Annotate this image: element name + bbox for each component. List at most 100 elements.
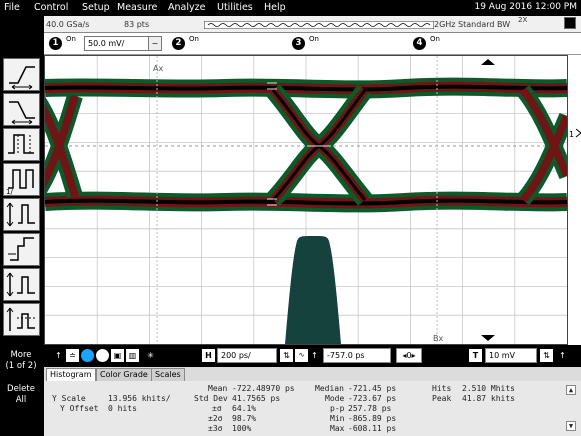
acquisition-info-bar: 40.0 GSa/s 83 pts 2X 2GHz Standard BW	[44, 16, 581, 33]
runt-trigger-button[interactable]	[3, 268, 40, 301]
sigma1-label: ±σ	[212, 404, 222, 413]
peak-label: Peak	[432, 394, 452, 403]
y-scale-label: Y Scale	[52, 394, 86, 403]
results-tabs: Histogram Color Grade Scales	[44, 367, 581, 381]
control-bar: ↑ ≐ ▣ ▥ ✳ H 200 ps/ ⇅ ∿ ↑ -757.0 ps ◂0▸ …	[44, 345, 581, 367]
menu-help[interactable]: Help	[264, 2, 286, 13]
left-toolbar: 1/ More (1 of 2) Delete All	[0, 16, 44, 436]
mean-label: Mean	[208, 384, 228, 393]
y-offset-value: 0 hits	[108, 404, 137, 413]
trigger-position-bottom-icon[interactable]	[481, 335, 495, 341]
channel-4-state[interactable]: On	[430, 35, 440, 43]
channel-1-state[interactable]: On	[66, 35, 76, 43]
memory-bar[interactable]	[204, 21, 434, 29]
autoscale-icon[interactable]: ✳	[144, 349, 157, 362]
max-value: -608.11 ps	[348, 424, 397, 433]
channel-2-badge[interactable]: 2	[172, 37, 185, 50]
menu-utilities[interactable]: Utilities	[217, 2, 253, 13]
rising-edge-icon	[9, 66, 35, 90]
channel-4-badge[interactable]: 4	[413, 37, 426, 50]
pulse-count-trigger-button[interactable]: 1/	[3, 163, 40, 196]
max-label: Max	[330, 424, 345, 433]
stepper-right-icon[interactable]: ▸	[412, 351, 416, 360]
mode-label: Mode	[325, 394, 345, 403]
falling-edge-trigger-button[interactable]	[3, 93, 40, 126]
channel-3-badge[interactable]: 3	[292, 37, 305, 50]
histogram-shape	[285, 236, 341, 344]
tab-color-grade[interactable]: Color Grade	[96, 368, 152, 381]
minimize-icon[interactable]	[564, 17, 576, 29]
position-stepper[interactable]: ◂0▸	[396, 348, 422, 363]
sigma1-value: 64.1%	[232, 404, 257, 413]
histogram	[285, 236, 341, 344]
timeout-trigger-button[interactable]	[3, 303, 40, 336]
runt-icon	[6, 272, 35, 297]
transition-trigger-button[interactable]	[3, 233, 40, 266]
hits-label: Hits	[432, 384, 452, 393]
peak-value: 41.87 khits	[462, 394, 515, 403]
channel-1-badge[interactable]: 1	[49, 37, 62, 50]
transition-icon	[8, 237, 34, 261]
menu-setup[interactable]: Setup	[82, 2, 110, 13]
fine-adjust-icon[interactable]: ≐	[66, 349, 79, 362]
menu-file[interactable]: File	[4, 2, 20, 13]
mean-value: -722.48970 ps	[232, 384, 295, 393]
svg-text:1/: 1/	[6, 188, 13, 195]
p-p-label: p-p	[330, 404, 345, 413]
menu-control[interactable]: Control	[34, 2, 68, 13]
p-p-value: 257.78 ps	[348, 404, 392, 413]
scroll-up-icon[interactable]: ▲	[566, 385, 576, 395]
save-icon[interactable]: ▥	[126, 349, 139, 362]
zoom-level: 2X	[518, 16, 528, 24]
menu-analyze[interactable]: Analyze	[168, 2, 205, 13]
min-label: Min	[330, 414, 345, 423]
sigma2-value: 98.7%	[232, 414, 257, 423]
std-dev-value: 41.7565 ps	[232, 394, 281, 403]
waveform-graticule: Ax Bx	[45, 56, 567, 344]
channel-level-marker-icon[interactable]: 1	[569, 130, 574, 139]
color-mode-icon[interactable]	[81, 349, 94, 362]
trigger-level-field[interactable]: 10 mV	[485, 348, 537, 363]
median-label: Median	[315, 384, 344, 393]
up-arrow-icon[interactable]: ↑	[52, 349, 65, 362]
scroll-down-icon[interactable]: ▼	[566, 421, 576, 431]
mode-value: -723.67 ps	[348, 394, 397, 403]
screenshot-icon[interactable]: ▣	[111, 349, 124, 362]
sigma2-label: ±2σ	[208, 414, 223, 423]
marker-bx-label: Bx	[433, 334, 443, 343]
sigma3-label: ±3σ	[208, 424, 223, 433]
pulse-width-icon	[8, 134, 34, 154]
time-scale-field[interactable]: 200 ps/	[217, 348, 277, 363]
channel-3-state[interactable]: On	[309, 35, 319, 43]
more-button[interactable]: More (1 of 2)	[1, 346, 41, 378]
position-arrow-icon[interactable]: ↑	[308, 349, 321, 362]
marker-ax-label: Ax	[153, 64, 163, 73]
position-field[interactable]: -757.0 ps	[323, 348, 391, 363]
timeout-icon	[6, 307, 35, 331]
menu-measure[interactable]: Measure	[117, 2, 157, 13]
sigma3-value: 100%	[232, 424, 252, 433]
channel-2-state[interactable]: On	[189, 35, 199, 43]
trigger-level-adjust-icon[interactable]: ⇅	[540, 349, 553, 362]
trigger-level-label: T	[469, 349, 482, 362]
y-scale-value: 13.956 khits/	[108, 394, 171, 403]
datetime: 19 Aug 2016 12:00 PM	[474, 2, 577, 12]
horizontal-scale-label: H	[202, 349, 215, 362]
trigger-arrow-icon[interactable]: ↑	[556, 349, 569, 362]
histogram-results-panel: Y Scale 13.956 khits/ Y Offset 0 hits Me…	[44, 381, 581, 436]
tab-scales[interactable]: Scales	[151, 368, 185, 381]
setup-hold-trigger-button[interactable]	[3, 198, 40, 231]
hits-value: 2.510 Mhits	[462, 384, 515, 393]
channel-1-scale-dropdown-icon[interactable]: ~	[148, 36, 162, 51]
normal-mode-icon[interactable]	[96, 349, 109, 362]
trigger-position-icon[interactable]	[481, 59, 495, 65]
min-value: -865.89 ps	[348, 414, 397, 423]
tab-histogram[interactable]: Histogram	[46, 368, 96, 381]
pulse-width-trigger-button[interactable]	[3, 128, 40, 161]
right-strip: 1	[568, 55, 581, 345]
delete-all-button[interactable]: Delete All	[1, 380, 41, 412]
waveform-display[interactable]: Ax Bx	[44, 55, 568, 345]
time-wave-icon[interactable]: ∿	[295, 349, 308, 362]
rising-edge-trigger-button[interactable]	[3, 58, 40, 91]
time-scale-adjust-icon[interactable]: ⇅	[280, 349, 293, 362]
